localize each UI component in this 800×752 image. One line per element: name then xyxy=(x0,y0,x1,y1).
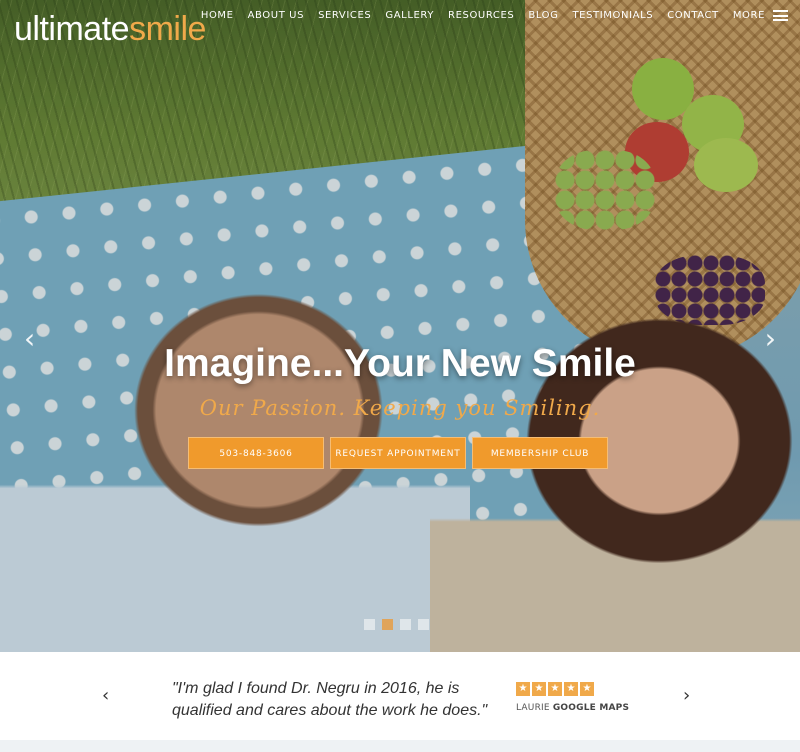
nav-services[interactable]: SERVICES xyxy=(318,10,371,21)
footer-strip xyxy=(0,740,800,752)
star-icon: ★ xyxy=(532,682,546,696)
reviewer-source: GOOGLE MAPS xyxy=(552,703,630,713)
hero-headline: Imagine...Your New Smile xyxy=(164,342,636,385)
hamburger-icon[interactable] xyxy=(773,10,788,21)
star-icon: ★ xyxy=(548,682,562,696)
nav-gallery[interactable]: GALLERY xyxy=(385,10,434,21)
nav-resources[interactable]: RESOURCES xyxy=(448,10,514,21)
slide-dot[interactable] xyxy=(364,619,375,630)
request-appointment-button[interactable]: REQUEST APPOINTMENT xyxy=(330,437,466,469)
star-icon: ★ xyxy=(516,682,530,696)
nav-home[interactable]: HOME xyxy=(201,10,234,21)
slide-dot[interactable] xyxy=(400,619,411,630)
star-rating: ★ ★ ★ ★ ★ xyxy=(516,682,596,696)
nav-about-us[interactable]: ABOUT US xyxy=(248,10,304,21)
nav-contact[interactable]: CONTACT xyxy=(667,10,719,21)
testimonial-quote: "I'm glad I found Dr. Negru in 2016, he … xyxy=(172,680,488,719)
reviewer-name: LAURIE xyxy=(516,703,550,713)
chevron-right-icon[interactable]: › xyxy=(683,685,690,706)
main-nav: HOME ABOUT US SERVICES GALLERY RESOURCES… xyxy=(187,10,788,21)
chevron-left-icon[interactable]: ‹ xyxy=(102,685,109,706)
hero-cta-group: 503-848-3606 REQUEST APPOINTMENT MEMBERS… xyxy=(188,437,608,469)
star-icon: ★ xyxy=(564,682,578,696)
hero-tagline: Our Passion. Keeping you Smiling. xyxy=(199,396,601,420)
slide-dot-active[interactable] xyxy=(382,619,393,630)
slide-dot[interactable] xyxy=(418,619,429,630)
membership-club-button[interactable]: MEMBERSHIP CLUB xyxy=(472,437,608,469)
site-logo[interactable]: ultimatesmile xyxy=(14,10,206,49)
testimonial-carousel: ‹ "I'm glad I found Dr. Negru in 2016, h… xyxy=(0,652,800,740)
nav-testimonials[interactable]: TESTIMONIALS xyxy=(572,10,653,21)
logo-text-primary: ultimate xyxy=(14,10,130,48)
reviewer-attribution: LAURIE GOOGLE MAPS xyxy=(516,703,629,713)
nav-more[interactable]: MORE xyxy=(733,10,765,21)
phone-button[interactable]: 503-848-3606 xyxy=(188,437,324,469)
hero-slider: ultimatesmile HOME ABOUT US SERVICES GAL… xyxy=(0,0,800,652)
star-icon: ★ xyxy=(580,682,594,696)
nav-blog[interactable]: BLOG xyxy=(528,10,558,21)
slider-pagination xyxy=(364,619,436,630)
